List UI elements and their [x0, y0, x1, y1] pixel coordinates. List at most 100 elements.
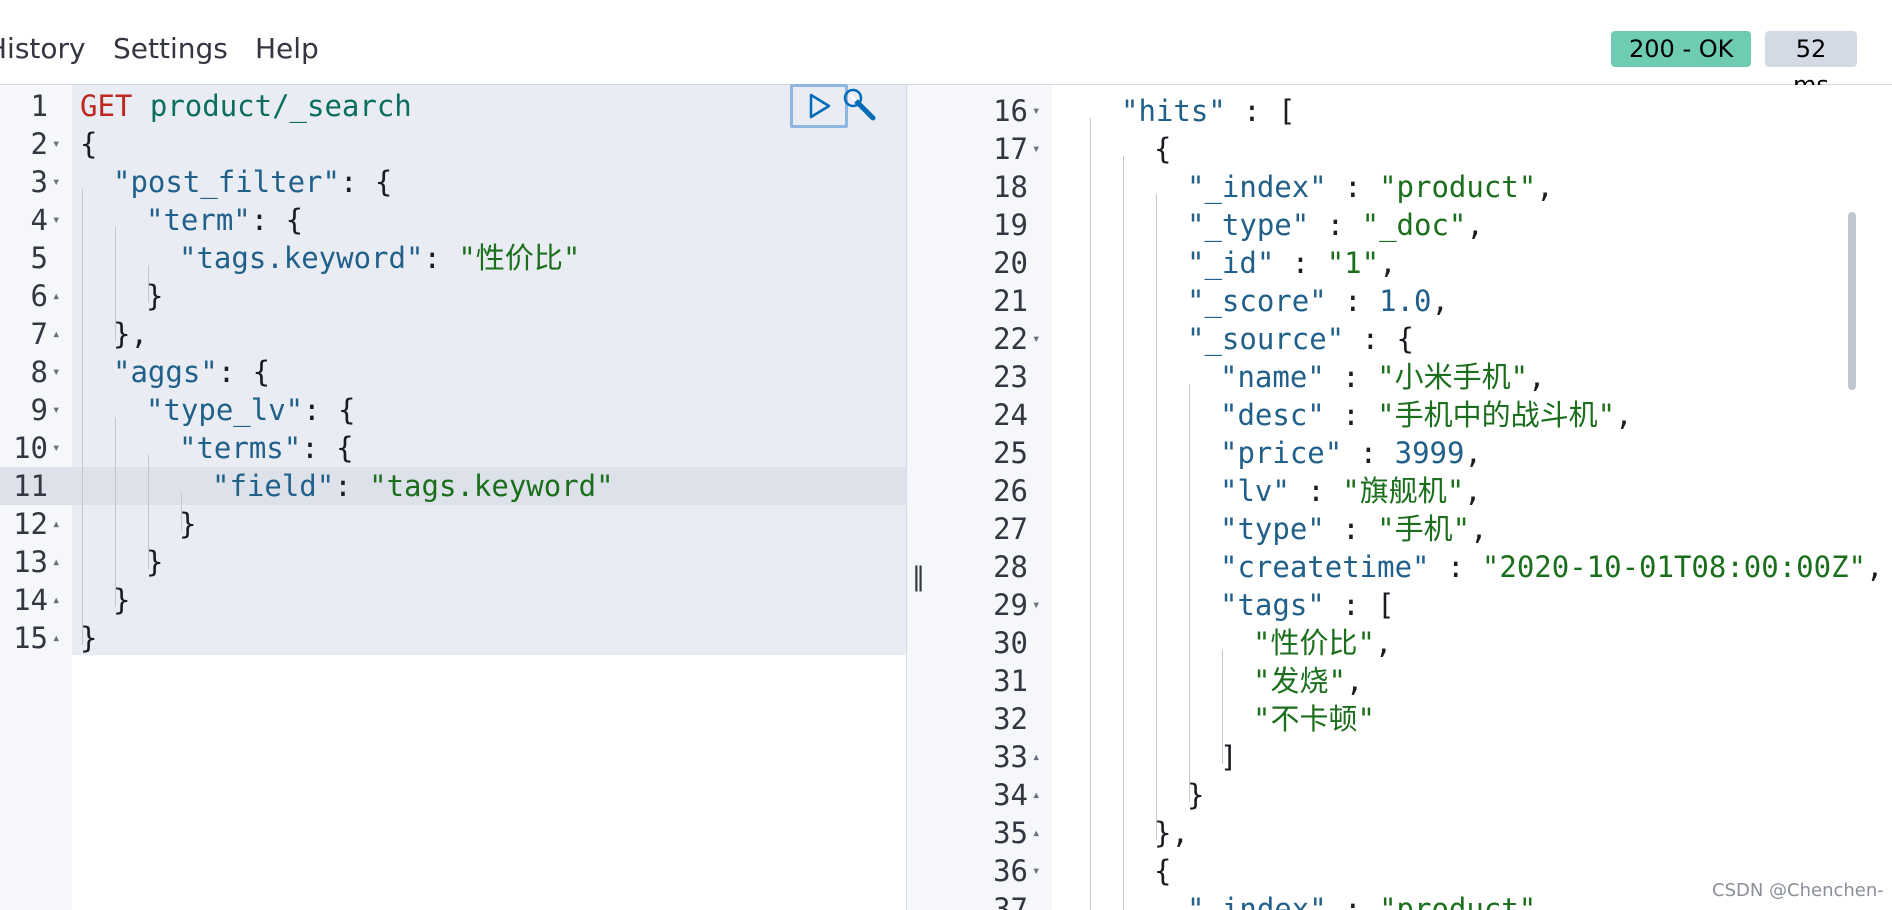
code-token: :	[1429, 550, 1482, 584]
fold-arrow-icon[interactable]: ▾	[1032, 130, 1040, 168]
code-text: "tags" : [	[1088, 586, 1395, 650]
line-number: 29	[993, 588, 1028, 622]
code-text[interactable]: },	[80, 315, 148, 379]
fold-arrow-icon[interactable]: ▾	[1032, 586, 1040, 624]
line-number: 22	[993, 322, 1028, 356]
code-token: ,	[1379, 246, 1397, 280]
code-text[interactable]: "type_lv": {	[80, 391, 356, 455]
code-text: "lv" : "旗舰机",	[1088, 472, 1482, 536]
code-text[interactable]: }	[80, 277, 164, 341]
line-number: 17	[993, 132, 1028, 166]
unfold-arrow-icon[interactable]: ▴	[52, 619, 60, 657]
request-line[interactable]: 8 ▾ "aggs": {	[0, 353, 906, 417]
code-token: }	[179, 507, 197, 541]
code-token: "field"	[212, 469, 335, 503]
line-number: 6	[30, 279, 48, 313]
unfold-arrow-icon[interactable]: ▴	[52, 581, 60, 619]
code-token: :	[1324, 398, 1378, 432]
line-number: 12	[13, 507, 48, 541]
unfold-arrow-icon[interactable]: ▴	[1032, 814, 1040, 852]
drag-handle-icon[interactable]: ‖	[912, 562, 925, 592]
code-token: "tags"	[1220, 588, 1325, 622]
help-menu[interactable]: Help	[255, 32, 319, 65]
fold-arrow-icon[interactable]: ▾	[1032, 852, 1040, 890]
code-text[interactable]: "post_filter": {	[80, 163, 392, 227]
code-text[interactable]: "tags.keyword": "性价比"	[80, 239, 580, 303]
code-token: : {	[301, 431, 354, 465]
code-text[interactable]: GET product/_search	[80, 87, 412, 125]
request-line[interactable]: 2 ▾ {	[0, 125, 906, 163]
panel-resizer[interactable]	[906, 85, 940, 910]
wrench-icon[interactable]	[840, 86, 880, 126]
fold-arrow-icon[interactable]: ▾	[52, 391, 60, 429]
fold-arrow-icon[interactable]: ▾	[1032, 92, 1040, 130]
code-token: : {	[250, 203, 304, 237]
code-text[interactable]: "term": {	[80, 201, 304, 265]
request-line[interactable]: 13 ▴}	[0, 543, 906, 607]
code-token: :	[1326, 284, 1380, 318]
code-text: }	[1088, 776, 1204, 840]
watermark: CSDN @Chenchen-	[1712, 880, 1884, 901]
fold-arrow-icon[interactable]: ▾	[52, 201, 60, 239]
fold-arrow-icon[interactable]: ▾	[52, 125, 60, 163]
code-text[interactable]: }	[80, 505, 197, 569]
fold-arrow-icon[interactable]: ▾	[1032, 320, 1040, 358]
response-line: 20 "_id" : "1",	[938, 244, 1892, 308]
request-line[interactable]: 3 ▾ "post_filter": {	[0, 163, 906, 227]
request-line[interactable]: 5 "tags.keyword": "性价比"	[0, 239, 906, 303]
fold-arrow-icon[interactable]: ▾	[52, 163, 60, 201]
line-number: 16	[993, 94, 1028, 128]
request-line[interactable]: 6 ▴}	[0, 277, 906, 341]
code-token: "2020-10-01T08:00:00Z"	[1481, 550, 1867, 584]
fold-arrow-icon[interactable]: ▾	[52, 353, 60, 391]
code-text[interactable]: "aggs": {	[80, 353, 270, 417]
request-line[interactable]: 1 GET product/_search	[0, 87, 906, 125]
unfold-arrow-icon[interactable]: ▴	[1032, 738, 1040, 776]
code-token: }	[146, 279, 164, 313]
response-panel[interactable]: 16 ▾ "hits" : [17 ▾{18 "_index" : "product",…	[938, 85, 1892, 910]
unfold-arrow-icon[interactable]: ▴	[52, 543, 60, 581]
code-text: "name" : "小米手机",	[1088, 358, 1546, 422]
unfold-arrow-icon[interactable]: ▴	[52, 277, 60, 315]
code-text[interactable]: "terms": {	[80, 429, 354, 493]
code-token: :	[1342, 436, 1395, 470]
request-line[interactable]: 11 "field": "tags.keyword"	[0, 467, 906, 531]
code-text: "desc" : "手机中的战斗机",	[1088, 396, 1633, 460]
code-token: }	[146, 545, 164, 579]
settings-menu[interactable]: Settings	[113, 32, 228, 65]
fold-arrow-icon[interactable]: ▾	[52, 429, 60, 467]
request-line[interactable]: 15 ▴}	[0, 619, 906, 657]
unfold-arrow-icon[interactable]: ▴	[52, 315, 60, 353]
response-line: 29 ▾ "tags" : [	[938, 586, 1892, 650]
history-menu[interactable]: History	[0, 32, 86, 65]
code-token: ,	[1866, 550, 1884, 584]
unfold-arrow-icon[interactable]: ▴	[1032, 776, 1040, 814]
response-scrollbar[interactable]	[1848, 212, 1856, 390]
code-text: "_score" : 1.0,	[1088, 282, 1449, 346]
request-line[interactable]: 7 ▴},	[0, 315, 906, 379]
response-line: 28 "createtime" : "2020-10-01T08:00:00Z",	[938, 548, 1892, 612]
request-line[interactable]: 4 ▾ "term": {	[0, 201, 906, 265]
code-text[interactable]: {	[80, 125, 97, 163]
response-line: 23 "name" : "小米手机",	[938, 358, 1892, 422]
request-line[interactable]: 9 ▾ "type_lv": {	[0, 391, 906, 455]
code-token: "1"	[1326, 246, 1380, 280]
code-token: },	[113, 317, 148, 351]
request-line[interactable]: 10 ▾ "terms": {	[0, 429, 906, 493]
unfold-arrow-icon[interactable]: ▴	[52, 505, 60, 543]
code-token: ,	[1431, 284, 1449, 318]
code-text[interactable]: "field": "tags.keyword"	[80, 467, 614, 531]
response-line: 32 "不卡顿"	[938, 700, 1892, 764]
request-line[interactable]: 12 ▴}	[0, 505, 906, 569]
request-line[interactable]: 14 ▴}	[0, 581, 906, 645]
code-text[interactable]: }	[80, 581, 131, 645]
request-editor[interactable]: 1 GET product/_search 2 ▾{3 ▾ "post_filter": …	[0, 85, 906, 910]
code-text: "_source" : {	[1088, 320, 1414, 384]
code-text[interactable]: }	[80, 543, 164, 607]
code-token: "post_filter"	[113, 165, 340, 199]
code-token: }	[113, 583, 131, 617]
code-text[interactable]: }	[80, 619, 97, 657]
line-number: 28	[993, 550, 1028, 584]
code-token: :	[1326, 170, 1380, 204]
